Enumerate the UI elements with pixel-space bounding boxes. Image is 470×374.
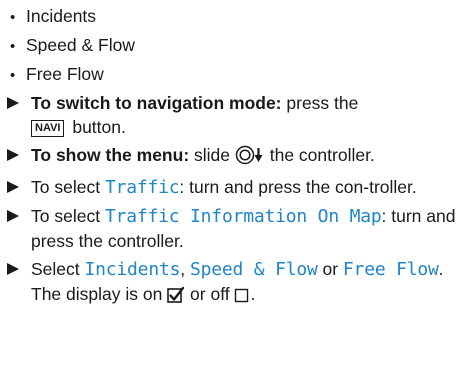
menu-term: Speed & Flow — [189, 259, 318, 280]
step-text: Select — [31, 259, 85, 279]
menu-term: Incidents — [84, 259, 181, 280]
navi-key: NAVI — [31, 120, 65, 137]
bullet-dot-icon: • — [10, 38, 16, 55]
step-text: To select — [31, 177, 105, 197]
manual-page: • Incidents • Speed & Flow • Free Flow To s… — [0, 0, 470, 374]
step-select-option: Select Incidents, Speed & Flow or Free F… — [7, 257, 467, 310]
step-arrow-icon — [7, 181, 19, 193]
step-text: . — [250, 284, 256, 304]
list-item-label: Incidents — [26, 6, 97, 26]
step-text: : turn and press the con-troller. — [179, 177, 417, 197]
step-text: the controller. — [264, 145, 375, 165]
step-text: slide — [189, 145, 235, 165]
menu-term: Free Flow — [342, 259, 439, 280]
menu-term: Traffic Information On Map — [104, 206, 382, 227]
step-text: button. — [67, 117, 126, 137]
step-arrow-icon — [7, 149, 19, 161]
step-text: press the — [281, 93, 359, 113]
step-show-menu: To show the menu: slide the controller. — [7, 143, 467, 171]
bullet-dot-icon: • — [10, 9, 16, 26]
list-item: • Incidents — [10, 2, 135, 31]
step-text: To select — [31, 206, 105, 226]
instruction-steps: To switch to navigation mode: press the … — [7, 91, 467, 314]
traffic-option-list: • Incidents • Speed & Flow • Free Flow — [10, 2, 135, 89]
step-heading: To switch to navigation mode: — [31, 93, 282, 113]
unchecked-box-icon — [234, 286, 250, 310]
checked-box-icon — [167, 286, 185, 310]
step-text: , — [180, 259, 190, 279]
step-arrow-icon — [7, 97, 19, 109]
step-text: or off — [185, 284, 235, 304]
step-arrow-icon — [7, 210, 19, 222]
step-switch-navigation: To switch to navigation mode: press the … — [7, 91, 467, 139]
step-select-traffic: To select Traffic: turn and press the co… — [7, 175, 467, 200]
step-text: . — [438, 259, 444, 279]
step-text: or — [317, 259, 343, 279]
step-heading: To show the menu: — [31, 145, 190, 165]
step-select-traffic-info-on-map: To select Traffic Information On Map: tu… — [7, 204, 467, 253]
list-item-label: Speed & Flow — [26, 35, 135, 55]
step-arrow-icon — [7, 263, 19, 275]
bullet-dot-icon: • — [10, 67, 16, 84]
list-item: • Free Flow — [10, 60, 135, 89]
list-item: • Speed & Flow — [10, 31, 135, 60]
menu-term: Traffic — [104, 177, 180, 198]
controller-slide-down-icon — [235, 145, 265, 171]
step-text: The display is on — [31, 284, 168, 304]
list-item-label: Free Flow — [26, 64, 104, 84]
